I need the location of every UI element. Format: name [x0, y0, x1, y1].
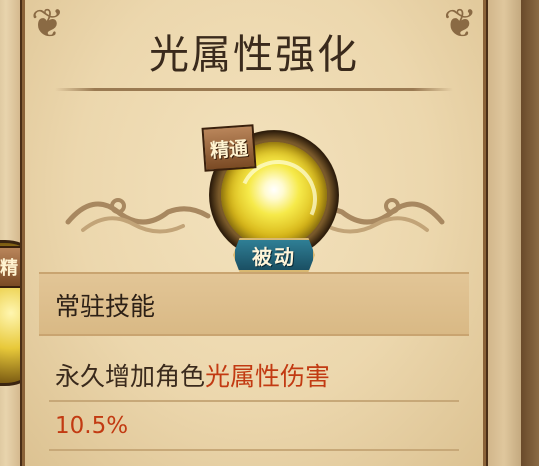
- description-divider: [49, 400, 459, 402]
- mastery-badge: 精通: [201, 124, 257, 172]
- skill-description: 永久增加角色光属性伤害: [55, 357, 330, 393]
- left-card-mastery-badge: 精: [0, 246, 24, 288]
- skill-value: 10.5%: [55, 413, 129, 439]
- description-highlight: 光属性伤害: [205, 362, 331, 391]
- skill-type-label: 常驻技能: [55, 292, 156, 321]
- passive-badge: 被动: [233, 238, 315, 272]
- right-card-edge: [521, 0, 539, 466]
- left-swirl-ornament-icon: [65, 198, 211, 234]
- skill-tooltip-scene: 精 ❦ ❦ 光属性强化 精通 被动 常驻技能 永久增加角色光属性伤害 10.5%: [0, 0, 539, 466]
- skill-card: ❦ ❦ 光属性强化 精通 被动 常驻技能 永久增加角色光属性伤害 10.5%: [22, 0, 486, 466]
- description-prefix: 永久增加角色: [55, 362, 206, 391]
- skill-title: 光属性强化: [149, 32, 359, 78]
- title-divider: [55, 88, 453, 91]
- value-divider: [49, 449, 459, 451]
